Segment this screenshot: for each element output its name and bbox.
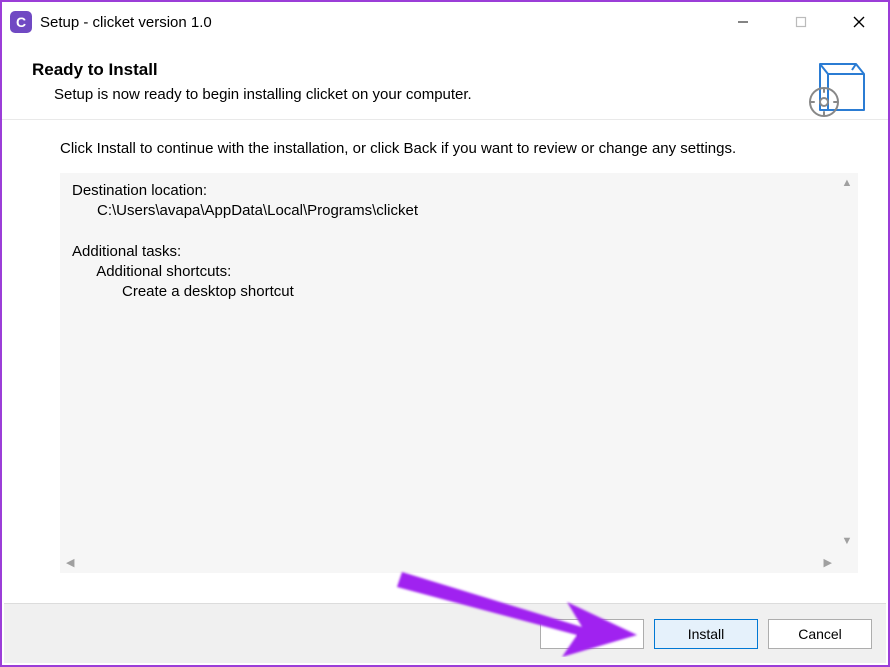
wizard-footer: Back Install Cancel [4,603,886,663]
installer-box-icon [802,52,872,127]
summary-box: Destination location: C:\Users\avapa\App… [60,173,858,573]
window-title: Setup - clicket version 1.0 [40,14,714,31]
instruction-text: Click Install to continue with the insta… [60,140,858,157]
window-controls [714,2,888,42]
close-button[interactable] [830,2,888,42]
app-icon: C [10,11,32,33]
scroll-down-icon: ▼ [842,535,853,547]
tasks-sub: Additional shortcuts: [96,263,231,280]
scroll-up-icon: ▲ [842,177,853,189]
maximize-button [772,2,830,42]
minimize-button[interactable] [714,2,772,42]
tasks-item: Create a desktop shortcut [122,283,294,300]
wizard-header: Ready to Install Setup is now ready to b… [2,42,888,120]
summary-text: Destination location: C:\Users\avapa\App… [60,173,858,551]
tasks-label: Additional tasks: [72,243,181,260]
back-button[interactable]: Back [540,619,644,649]
scroll-left-icon: ◀ [66,556,74,569]
wizard-body: Click Install to continue with the insta… [2,120,888,583]
page-subtitle: Setup is now ready to begin installing c… [54,86,858,103]
titlebar: C Setup - clicket version 1.0 [2,2,888,42]
page-title: Ready to Install [32,60,858,80]
cancel-button[interactable]: Cancel [768,619,872,649]
app-icon-letter: C [16,14,26,30]
dest-label: Destination location: [72,182,207,199]
scroll-right-icon: ▶ [824,556,832,569]
install-button[interactable]: Install [654,619,758,649]
vertical-scrollbar[interactable]: ▲ ▼ [836,173,858,551]
horizontal-scrollbar[interactable]: ◀ ▶ [60,551,858,573]
dest-path: C:\Users\avapa\AppData\Local\Programs\cl… [97,202,418,219]
